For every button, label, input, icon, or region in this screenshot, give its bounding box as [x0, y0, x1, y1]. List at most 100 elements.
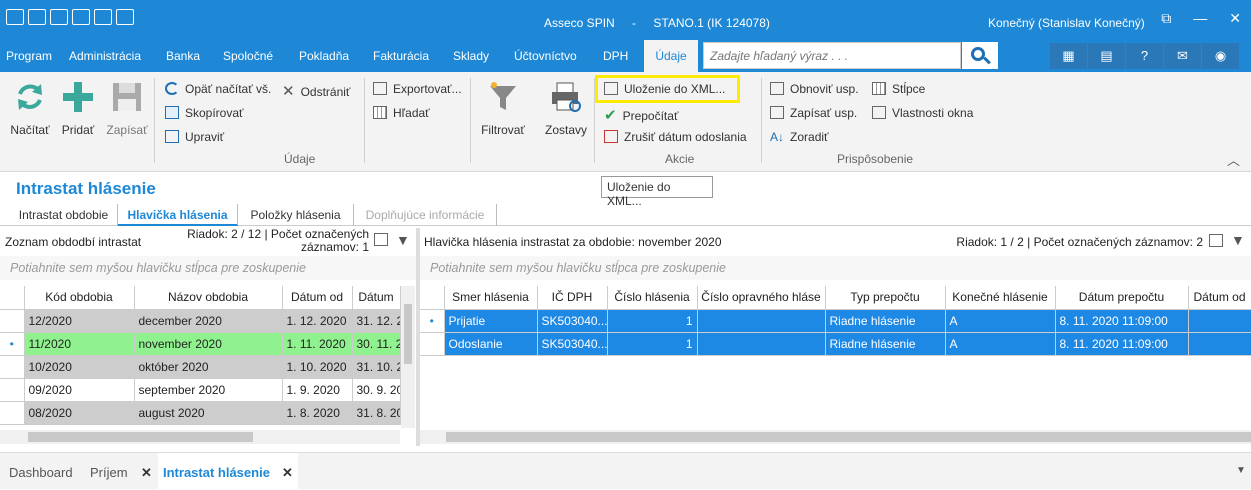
ulozenie-xml-button[interactable]: Uloženie do XML...	[604, 82, 725, 96]
right-hscroll-thumb[interactable]	[446, 432, 1251, 442]
col-typ-prepoctu[interactable]: Typ prepočtu	[825, 286, 946, 310]
menu-spolocne[interactable]: Spoločné	[223, 49, 273, 63]
opat-nacitat-button[interactable]: Opäť načítať vš.	[165, 82, 271, 96]
group-by-area[interactable]: Potiahnite sem myšou hlavičku stĺpca pre…	[0, 256, 416, 280]
cell-kod[interactable]: 11/2020	[24, 332, 135, 356]
clipboard-icon[interactable]: ▤	[1088, 43, 1125, 69]
cell-datum-do[interactable]: 30. 9. 20	[352, 378, 401, 402]
hladat-button[interactable]: Hľadať	[373, 106, 430, 120]
cell-datum-od[interactable]: 1. 9. 2020	[282, 378, 353, 402]
cell-cislo-opravneho[interactable]	[697, 332, 826, 356]
menu-uctovnictvo[interactable]: Účtovníctvo	[514, 49, 577, 63]
table-row[interactable]: • 11/2020 november 2020 1. 11. 2020 30. …	[0, 332, 401, 356]
pridat-button[interactable]: Pridať	[58, 80, 98, 137]
close-button[interactable]: ✕	[1229, 10, 1241, 27]
search-input[interactable]: Zadajte hľadaný výraz . . .	[703, 42, 961, 69]
cell-datum-od[interactable]: 1. 11. 2020	[282, 332, 353, 356]
menu-udaje[interactable]: Údaje	[644, 40, 698, 72]
col-cislo-opravneho[interactable]: Číslo opravného hláse	[697, 286, 826, 310]
minimize-button[interactable]: —	[1193, 10, 1207, 27]
left-horizontal-scrollbar[interactable]	[0, 430, 400, 444]
stlpce-button[interactable]: Stĺpce	[872, 82, 925, 96]
group-by-area[interactable]: Potiahnite sem myšou hlavičku stĺpca pre…	[420, 256, 1251, 280]
doc-tab-prijem[interactable]: Príjem	[90, 465, 128, 480]
skopirovat-button[interactable]: Skopírovať	[165, 106, 244, 120]
cell-konecne[interactable]: A	[945, 309, 1056, 333]
col-nazov-obdobia[interactable]: Názov obdobia	[134, 286, 283, 310]
cell-datum-do[interactable]: 31. 10. 2	[352, 355, 401, 379]
mail-icon[interactable]: ✉	[1164, 43, 1201, 69]
filtrovat-button[interactable]: Filtrovať	[477, 80, 529, 137]
layout-icon[interactable]: ▦	[1050, 43, 1087, 69]
cell-typ[interactable]: Riadne hlásenie	[825, 332, 946, 356]
tab-intrastat-obdobie[interactable]: Intrastat obdobie	[10, 204, 118, 226]
close-tab-intrastat-icon[interactable]: ✕	[282, 465, 293, 481]
grid-export-icon[interactable]	[1209, 234, 1223, 247]
print-preview-icon[interactable]	[116, 9, 134, 25]
search-button[interactable]	[962, 42, 998, 69]
menu-pokladna[interactable]: Pokladňa	[299, 49, 349, 63]
menu-dph[interactable]: DPH	[603, 49, 628, 63]
cell-cislo-opravneho[interactable]	[697, 309, 826, 333]
cell-datum-od[interactable]: 1. 8. 2020	[282, 401, 353, 425]
filter-icon[interactable]: ▼	[1231, 232, 1245, 248]
left-vscroll-thumb[interactable]	[404, 304, 412, 364]
col-smer-hlasenia[interactable]: Smer hlásenia	[444, 286, 538, 310]
cell-cislo[interactable]: 1	[607, 309, 698, 333]
obnovit-usp-button[interactable]: Obnoviť usp.	[770, 82, 859, 96]
cell-nazov[interactable]: august 2020	[134, 401, 283, 425]
odstranit-button[interactable]: ✕ Odstrániť	[282, 82, 350, 100]
table-row[interactable]: • Prijatie SK503040... 1 Riadne hlásenie…	[420, 309, 1251, 333]
cell-datum-do[interactable]: 31. 12. 2	[352, 309, 401, 333]
menu-administracia[interactable]: Administrácia	[69, 49, 141, 63]
menu-banka[interactable]: Banka	[166, 49, 200, 63]
col-cislo-hlasenia[interactable]: Číslo hlásenia	[607, 286, 698, 310]
table-row[interactable]: 12/2020 december 2020 1. 12. 2020 31. 12…	[0, 309, 401, 333]
cell-kod[interactable]: 09/2020	[24, 378, 135, 402]
cell-datum-prepoctu[interactable]: 8. 11. 2020 11:09:00	[1055, 309, 1189, 333]
zostavy-button[interactable]: Zostavy	[541, 80, 591, 137]
col-ic-dph[interactable]: IČ DPH	[537, 286, 608, 310]
restore-button[interactable]: ⧉	[1161, 10, 1171, 27]
upravit-button[interactable]: Upraviť	[165, 130, 224, 144]
right-horizontal-scrollbar[interactable]	[420, 430, 1251, 444]
cell-nazov[interactable]: október 2020	[134, 355, 283, 379]
image-icon[interactable]	[50, 9, 68, 25]
vlastnosti-okna-button[interactable]: Vlastnosti okna	[872, 106, 973, 120]
zoradit-button[interactable]: A↓ Zoradiť	[770, 130, 829, 144]
nacitat-button[interactable]: Načítať	[8, 80, 52, 137]
tabs-dropdown-icon[interactable]: ▼	[1236, 465, 1246, 476]
col-kod-obdobia[interactable]: Kód obdobia	[24, 286, 135, 310]
menu-sklady[interactable]: Sklady	[453, 49, 489, 63]
table-row[interactable]: Odoslanie SK503040... 1 Riadne hlásenie …	[420, 332, 1251, 356]
cell-ic-dph[interactable]: SK503040...	[537, 309, 608, 333]
cell-cislo[interactable]: 1	[607, 332, 698, 356]
tab-polozky-hlasenia[interactable]: Položky hlásenia	[238, 204, 354, 226]
excel-icon[interactable]	[28, 9, 46, 25]
menu-program[interactable]: Program	[6, 49, 52, 63]
cell-datum-do[interactable]: 31. 8. 20	[352, 401, 401, 425]
cell-datum-prepoctu[interactable]: 8. 11. 2020 11:09:00	[1055, 332, 1189, 356]
cell-ic-dph[interactable]: SK503040...	[537, 332, 608, 356]
zapisat-usp-button[interactable]: Zapísať usp.	[770, 106, 857, 120]
cell-datum-do[interactable]: 30. 11. 2	[352, 332, 401, 356]
doc-tab-dashboard[interactable]: Dashboard	[9, 465, 73, 480]
cell-kod[interactable]: 12/2020	[24, 309, 135, 333]
cell-smer[interactable]: Odoslanie	[444, 332, 538, 356]
table-row[interactable]: 09/2020 september 2020 1. 9. 2020 30. 9.…	[0, 378, 401, 402]
cell-datum-od[interactable]	[1188, 332, 1251, 356]
col-konecne-hlasenie[interactable]: Konečné hlásenie	[945, 286, 1056, 310]
pdf-icon[interactable]	[72, 9, 90, 25]
zapisat-button[interactable]: Zapísať	[104, 80, 150, 137]
cell-nazov[interactable]: september 2020	[134, 378, 283, 402]
help-icon[interactable]: ?	[1126, 43, 1163, 69]
exportovat-button[interactable]: Exportovať...	[373, 82, 462, 96]
left-vertical-scrollbar[interactable]	[401, 286, 415, 428]
tab-doplnujuce-informacie[interactable]: Doplňujúce informácie	[354, 204, 497, 226]
eye-icon[interactable]: ◉	[1202, 43, 1239, 69]
col-datum-od[interactable]: Dátum od	[282, 286, 353, 310]
doc-tab-intrastat[interactable]: Intrastat hlásenie	[163, 465, 270, 480]
cell-typ[interactable]: Riadne hlásenie	[825, 309, 946, 333]
col-datum-prepoctu[interactable]: Dátum prepočtu	[1055, 286, 1189, 310]
prepocitat-button[interactable]: ✔ Prepočítať	[604, 106, 678, 124]
